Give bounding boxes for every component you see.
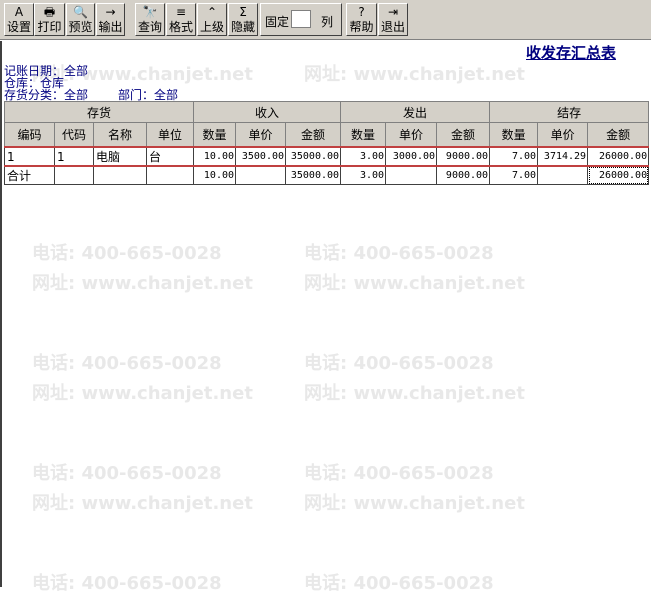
watermark-text: 网址: www.chanjet.net [304, 493, 525, 514]
column-header[interactable]: 单价 [385, 122, 438, 148]
toolbar-button-7[interactable]: Σ 隐藏 [228, 3, 258, 36]
table-cell[interactable]: 合计 [4, 165, 55, 185]
toolbar-button-1[interactable]: 🖶 打印 [34, 3, 65, 36]
table-cell[interactable]: 10.00 [193, 165, 237, 185]
watermark-text: 电话: 400-665-0028 [32, 353, 222, 374]
table-cell[interactable]: 3000.00 [385, 146, 438, 167]
table-cell[interactable]: 3500.00 [235, 146, 287, 167]
watermark-text: 电话: 400-665-0028 [304, 463, 494, 484]
toolbar-button-3[interactable]: → 输出 [96, 3, 125, 36]
toolbar-button-0[interactable]: A 设置 [4, 3, 34, 36]
toolbar-icon: 🔍 [73, 5, 88, 19]
table-row[interactable]: 1 1 电脑台 10.00 3500.00 35000.00 3.00 3000.00 9000… [4, 146, 650, 167]
toolbar-icon: 🖶 [43, 5, 56, 19]
group-header: 存货 [3, 101, 195, 123]
fix-label: 固定 [265, 15, 290, 29]
toolbar-icon: ? [358, 5, 365, 19]
column-header[interactable]: 单位 [145, 122, 195, 148]
watermark-text: 网址: www.chanjet.net [304, 64, 525, 85]
table-cell[interactable]: 9000.00 [436, 165, 491, 185]
column-header[interactable]: 金额 [285, 122, 342, 148]
watermark-text: 网址: www.chanjet.net [32, 383, 253, 404]
watermark-text: 网址: www.chanjet.net [304, 273, 525, 294]
toolbar-label: 帮助 [349, 20, 374, 34]
summary-table: 存货 收入 发出 结存 编码 代码 名称 单位 数量 单价 金额 数量 单价 金额 数量 单价 金额 1… [3, 101, 650, 185]
watermark-text: 电话: 400-665-0028 [32, 243, 222, 264]
table-cell[interactable]: 电脑 [93, 146, 147, 167]
table-cell[interactable]: 3714.29 [537, 146, 589, 167]
table-cell[interactable]: 1 [54, 146, 94, 167]
watermark-text: 电话: 400-665-0028 [32, 573, 222, 594]
table-cell[interactable]: 7.00 [489, 165, 539, 185]
toolbar-icon: ⌃ [206, 5, 218, 19]
report-title: 收发存汇总表 [526, 44, 617, 62]
toolbar-label: 隐藏 [230, 20, 255, 34]
column-header[interactable]: 数量 [193, 122, 237, 148]
table-cell[interactable]: 26000.00 [587, 165, 650, 185]
table-cell[interactable]: 35000.00 [285, 165, 342, 185]
column-header[interactable]: 名称 [93, 122, 147, 148]
column-header[interactable]: 单价 [537, 122, 589, 148]
column-label: 列 [321, 15, 334, 29]
table-cell[interactable]: 35000.00 [285, 146, 342, 167]
column-header[interactable]: 代码 [54, 122, 94, 148]
table-cell[interactable]: 1 [4, 146, 55, 167]
filter-category: 存货分类：全部 [4, 88, 89, 102]
column-header[interactable]: 数量 [489, 122, 539, 148]
toolbar-label: 上级 [199, 20, 224, 34]
toolbar-button-2[interactable]: 🔍 预览 [66, 3, 95, 36]
toolbar-icon: Σ [239, 5, 247, 19]
group-header: 收入 [193, 101, 342, 123]
table-cell[interactable]: 26000.00 [587, 146, 650, 167]
table-cell[interactable] [235, 165, 287, 185]
toolbar-label: 退出 [380, 20, 405, 34]
watermark-text: 网址: www.chanjet.net [32, 273, 253, 294]
group-header: 发出 [340, 101, 491, 123]
table-cell[interactable]: 9000.00 [436, 146, 491, 167]
toolbar-button-9[interactable]: ⇥ 退出 [378, 3, 408, 36]
toolbar-button-5[interactable]: ≡ 格式 [166, 3, 196, 36]
table-cell[interactable] [54, 165, 94, 185]
toolbar-button-6[interactable]: ⌃ 上级 [197, 3, 227, 36]
watermark-text: 电话: 400-665-0028 [304, 243, 494, 264]
table-cell[interactable] [385, 165, 438, 185]
table-cell[interactable] [145, 165, 195, 185]
fix-columns-control: 固定 列 [260, 3, 342, 36]
toolbar-label: 打印 [37, 20, 62, 34]
toolbar-button-4[interactable]: 🔭 查询 [135, 3, 165, 36]
toolbar-icon: → [105, 5, 116, 19]
table-cell[interactable]: 3.00 [340, 165, 387, 185]
table-cell[interactable]: 台 [145, 146, 195, 167]
table-cell[interactable] [93, 165, 147, 185]
toolbar-icon: A [14, 5, 24, 19]
toolbar-icon: 🔭 [142, 5, 158, 19]
total-row[interactable]: 合计 10.00 35000.00 3.00 9000.00 7.00 26000.00 [4, 165, 650, 185]
toolbar-icon: ≡ [175, 5, 187, 19]
toolbar-label: 预览 [68, 20, 93, 34]
watermark-text: 电话: 400-665-0028 [304, 353, 494, 374]
watermark-text: 网址: www.chanjet.net [304, 383, 525, 404]
toolbar-label: 查询 [137, 20, 162, 34]
toolbar-icon: ⇥ [387, 5, 399, 19]
toolbar-label: 输出 [98, 20, 123, 34]
watermark-text: 电话: 400-665-0028 [32, 463, 222, 484]
column-header[interactable]: 金额 [436, 122, 491, 148]
filter-dept: 部门：全部 [118, 88, 179, 102]
column-header[interactable]: 金额 [587, 122, 650, 148]
table-cell[interactable] [537, 165, 589, 185]
toolbar: A 设置 🖶 打印 🔍 预览 → 输出 🔭 查询 ≡ 格式 ⌃ 上级 Σ 隐藏? 帮助 ⇥ 退出 固定列 [0, 0, 651, 40]
fix-columns-input[interactable] [291, 10, 311, 28]
toolbar-button-8[interactable]: ? 帮助 [346, 3, 377, 36]
watermark-text: 网址: www.chanjet.net [32, 493, 253, 514]
table-cell[interactable]: 7.00 [489, 146, 539, 167]
column-header[interactable]: 数量 [340, 122, 387, 148]
column-header[interactable]: 单价 [235, 122, 287, 148]
column-header[interactable]: 编码 [4, 122, 55, 148]
group-header: 结存 [489, 101, 650, 123]
toolbar-label: 设置 [6, 20, 31, 34]
toolbar-label: 格式 [168, 20, 193, 34]
watermark-text: 电话: 400-665-0028 [304, 573, 494, 594]
table-cell[interactable]: 3.00 [340, 146, 387, 167]
table-cell[interactable]: 10.00 [193, 146, 237, 167]
